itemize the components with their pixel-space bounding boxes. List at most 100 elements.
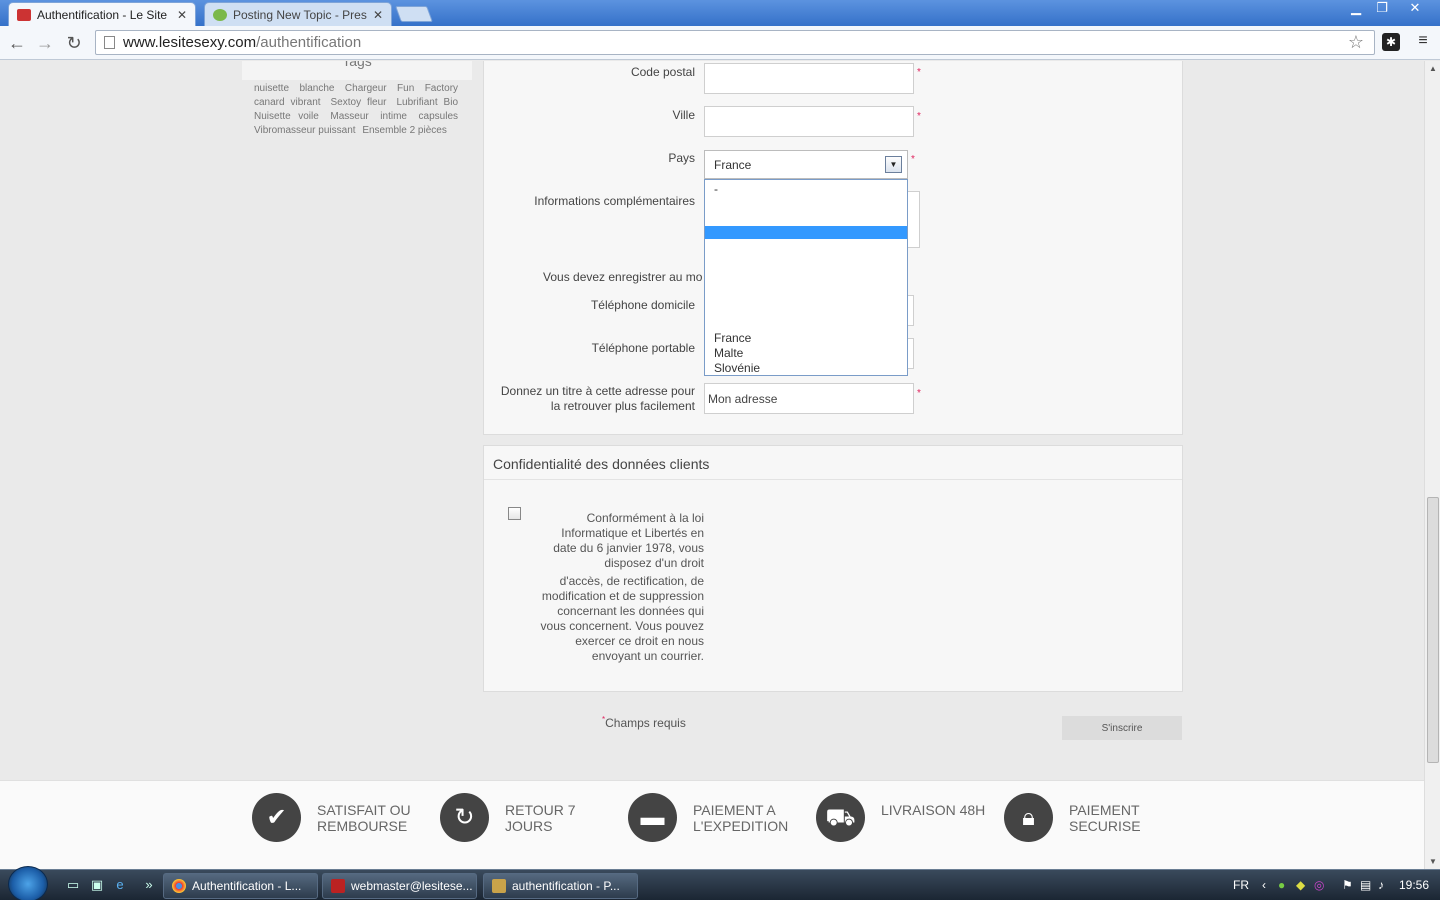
tab-posting-new-topic[interactable]: Posting New Topic - Prest ✕	[204, 2, 392, 26]
privacy-title: Confidentialité des données clients	[493, 456, 710, 472]
register-button[interactable]: S'inscrire	[1062, 716, 1182, 740]
tag-link[interactable]: nuisette	[254, 83, 289, 94]
taskbar-item-label: authentification - P...	[512, 879, 620, 893]
feature-line: SECURISE	[1069, 818, 1141, 834]
country-select[interactable]: France ▼	[704, 150, 908, 179]
filezilla-icon	[331, 879, 345, 893]
city-input[interactable]	[704, 106, 914, 137]
navigation-bar: ← → ↻ www.lesitesexy.com/authentificatio…	[0, 26, 1440, 60]
tag-link[interactable]: Sextoy fleur	[331, 97, 387, 108]
tag-link[interactable]: canard vibrant	[254, 97, 321, 108]
tab-close-icon[interactable]: ✕	[373, 8, 383, 22]
tag-link[interactable]: intime	[380, 111, 407, 122]
editor-icon	[492, 879, 506, 893]
url-path: /authentification	[256, 34, 362, 51]
feature-return: ↻ RETOUR 7 JOURS	[440, 793, 625, 842]
feature-delivery: ⛟ LIVRAISON 48H	[816, 793, 1001, 842]
page-scrollbar[interactable]: ▲ ▼	[1424, 61, 1440, 869]
country-option[interactable]: Malte	[714, 346, 743, 360]
windows-taskbar: ▭ ▣ e » Authentification - L... webmaste…	[0, 866, 1440, 900]
tag-link[interactable]: Fun	[397, 83, 414, 94]
tag-link[interactable]: capsules	[419, 111, 458, 122]
alias-input[interactable]: Mon adresse	[704, 383, 914, 414]
country-dropdown-list[interactable]: - France Malte Slovénie	[704, 179, 908, 376]
alias-label-line2: la retrouver plus facilement	[550, 399, 695, 413]
tab-authentification[interactable]: Authentification - Le Site S ✕	[8, 2, 196, 26]
tags-list: nuisette blanche Chargeur Fun Factory ca…	[254, 82, 462, 138]
new-tab-button[interactable]	[395, 6, 433, 22]
feature-secure-payment: 🔒︎ PAIEMENT SECURISE	[1004, 793, 1189, 842]
forward-icon[interactable]: →	[34, 32, 56, 54]
taskbar-item-chrome[interactable]: Authentification - L...	[163, 873, 318, 899]
tag-link[interactable]: Nuisette voile	[254, 111, 319, 122]
country-label: Pays	[668, 151, 695, 165]
explorer-icon[interactable]: ▣	[88, 877, 106, 893]
tags-heading: Tags	[242, 61, 472, 80]
taskbar-item-filezilla[interactable]: webmaster@lesitese...	[322, 873, 477, 899]
tray-app-icon[interactable]: ◆	[1296, 878, 1305, 892]
country-option[interactable]: Slovénie	[714, 361, 760, 375]
tag-link[interactable]: Chargeur	[345, 83, 387, 94]
tag-link[interactable]: Ensemble 2 pièces	[362, 125, 447, 136]
url-domain: www.lesitesexy.com	[123, 34, 257, 51]
language-indicator[interactable]: FR	[1233, 878, 1249, 892]
phone-notice: Vous devez enregistrer au mo	[543, 270, 703, 284]
reload-icon[interactable]: ↻	[63, 32, 85, 54]
required-marker: *	[917, 111, 921, 122]
required-fields-text: Champs requis	[605, 716, 686, 730]
restore-icon[interactable]: ❐	[1368, 0, 1396, 18]
postal-code-input[interactable]	[704, 63, 914, 94]
menu-icon[interactable]: ≡	[1414, 32, 1432, 52]
tag-link[interactable]: Lubrifiant Bio	[396, 97, 458, 108]
feature-payment-delivery: ▬ PAIEMENT A L'EXPEDITION	[628, 793, 813, 842]
tab-close-icon[interactable]: ✕	[177, 8, 187, 22]
feature-text: SATISFAIT OU REMBOURSE	[317, 802, 437, 834]
clock[interactable]: 19:56	[1399, 878, 1429, 892]
volume-icon[interactable]: ♪	[1378, 878, 1384, 892]
lock-icon: 🔒︎	[1004, 793, 1053, 842]
required-marker: *	[917, 388, 921, 399]
show-desktop-icon[interactable]: ▭	[64, 877, 82, 893]
internet-explorer-icon[interactable]: e	[111, 877, 129, 893]
tray-app-icon[interactable]: ◎	[1314, 878, 1324, 892]
star-icon[interactable]: ☆	[1348, 32, 1364, 53]
home-phone-label: Téléphone domicile	[590, 298, 695, 312]
tray-app-icon[interactable]: ●	[1278, 878, 1285, 892]
country-option[interactable]: -	[714, 182, 718, 196]
feature-text: PAIEMENT A L'EXPEDITION	[693, 802, 813, 834]
country-selected-value: France	[714, 158, 752, 172]
required-marker: *	[911, 154, 915, 165]
tag-link[interactable]: Factory	[425, 83, 458, 94]
tag-link[interactable]: Masseur	[330, 111, 368, 122]
required-marker: *	[917, 67, 921, 78]
minimize-icon[interactable]: ▁	[1342, 0, 1370, 18]
scroll-down-icon[interactable]: ▼	[1429, 857, 1437, 866]
scrollbar-thumb[interactable]	[1427, 497, 1439, 763]
card-icon: ▬	[628, 793, 677, 842]
privacy-text-part1: Conformément à la loi Informatique et Li…	[553, 511, 704, 570]
taskbar-item-label: webmaster@lesitese...	[351, 879, 473, 893]
page-content: Tags nuisette blanche Chargeur Fun Facto…	[0, 61, 1424, 869]
more-quicklaunch-icon[interactable]: »	[140, 877, 158, 893]
postal-code-label: Code postal	[630, 65, 695, 79]
action-center-icon[interactable]: ⚑	[1342, 878, 1353, 892]
network-icon[interactable]: ▤	[1360, 878, 1371, 892]
country-option[interactable]: France	[714, 331, 751, 345]
scroll-up-icon[interactable]: ▲	[1429, 64, 1437, 73]
country-option-highlighted[interactable]	[705, 226, 907, 239]
tag-link[interactable]: Vibromasseur puissant	[254, 125, 356, 136]
taskbar-item-editor[interactable]: authentification - P...	[483, 873, 638, 899]
start-button[interactable]	[8, 866, 48, 900]
chevron-down-icon[interactable]: ▼	[885, 156, 902, 173]
privacy-checkbox[interactable]	[508, 507, 521, 520]
feature-satisfied: ✔ SATISFAIT OU REMBOURSE	[252, 793, 437, 842]
page-icon	[104, 36, 115, 49]
feature-line: LIVRAISON 48H	[881, 802, 986, 818]
address-bar[interactable]: www.lesitesexy.com/authentification ☆	[95, 30, 1375, 55]
tray-expand-icon[interactable]: ‹	[1262, 878, 1266, 892]
feature-line: JOURS	[505, 818, 553, 834]
tag-link[interactable]: blanche	[299, 83, 334, 94]
close-icon[interactable]: ✕	[1398, 0, 1432, 18]
back-icon[interactable]: ←	[6, 32, 28, 54]
extension-icon[interactable]: ✱	[1382, 33, 1400, 51]
